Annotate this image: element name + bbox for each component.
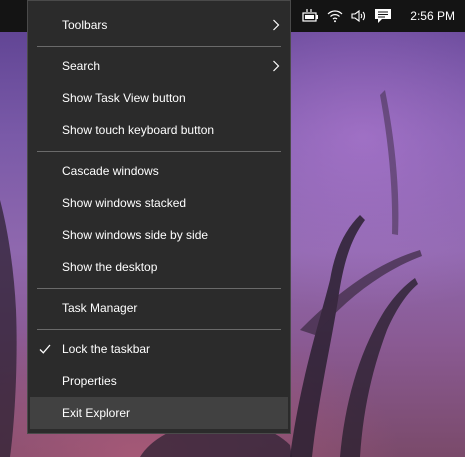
menu-item-label: Search <box>62 59 101 73</box>
wifi-icon[interactable] <box>324 0 346 32</box>
menu-item-show-touch-keyboard-button[interactable]: Show touch keyboard button <box>30 114 288 146</box>
menu-separator <box>37 151 281 152</box>
menu-item-lock-the-taskbar[interactable]: Lock the taskbar <box>30 333 288 365</box>
battery-plugged-icon[interactable] <box>300 0 322 32</box>
checkmark-icon <box>39 343 51 358</box>
menu-item-toolbars[interactable]: Toolbars <box>30 9 288 41</box>
menu-item-label: Properties <box>62 374 117 388</box>
menu-item-label: Toolbars <box>62 18 108 32</box>
menu-item-cascade-windows[interactable]: Cascade windows <box>30 155 288 187</box>
menu-item-label: Task Manager <box>62 301 138 315</box>
chevron-right-icon <box>272 19 280 34</box>
menu-item-properties[interactable]: Properties <box>30 365 288 397</box>
menu-item-exit-explorer[interactable]: Exit Explorer <box>30 397 288 429</box>
menu-item-label: Show Task View button <box>62 91 186 105</box>
taskbar-clock[interactable]: 2:56 PM <box>410 9 455 23</box>
chevron-right-icon <box>272 60 280 75</box>
menu-item-label: Cascade windows <box>62 164 159 178</box>
menu-item-label: Show windows side by side <box>62 228 209 242</box>
menu-item-label: Exit Explorer <box>62 406 131 420</box>
menu-item-show-task-view-button[interactable]: Show Task View button <box>30 82 288 114</box>
menu-item-label: Show the desktop <box>62 260 158 274</box>
menu-item-task-manager[interactable]: Task Manager <box>30 292 288 324</box>
action-center-icon[interactable] <box>372 0 394 32</box>
menu-item-show-windows-stacked[interactable]: Show windows stacked <box>30 187 288 219</box>
menu-item-show-windows-side-by-side[interactable]: Show windows side by side <box>30 219 288 251</box>
menu-separator <box>37 46 281 47</box>
menu-item-search[interactable]: Search <box>30 50 288 82</box>
menu-item-label: Show windows stacked <box>62 196 187 210</box>
taskbar-context-menu: Toolbars Search Show Task View button Sh… <box>27 0 291 434</box>
menu-item-label: Show touch keyboard button <box>62 123 215 137</box>
menu-separator <box>37 329 281 330</box>
volume-icon[interactable] <box>348 0 370 32</box>
menu-item-label: Lock the taskbar <box>62 342 151 356</box>
menu-separator <box>37 288 281 289</box>
menu-item-show-the-desktop[interactable]: Show the desktop <box>30 251 288 283</box>
system-tray: 2:56 PM <box>298 0 457 32</box>
